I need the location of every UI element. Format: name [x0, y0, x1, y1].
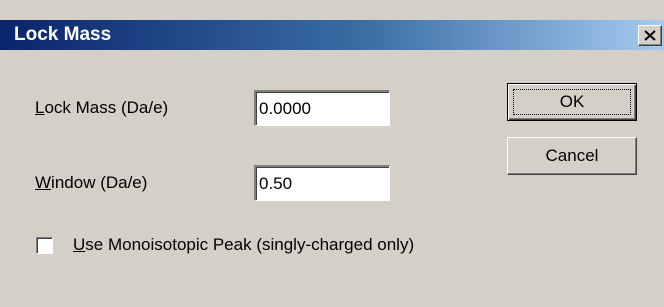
monoisotopic-checkbox[interactable]	[36, 237, 53, 254]
window-input[interactable]	[254, 165, 390, 201]
lock-mass-dialog: Lock Mass Lock Mass (Da/e) Window (Da/e)…	[0, 0, 664, 307]
cancel-button-label: Cancel	[545, 146, 599, 165]
window-accelerator: W	[35, 173, 52, 192]
window-label: Window (Da/e)	[35, 173, 147, 193]
cancel-button[interactable]: Cancel	[507, 137, 637, 175]
close-icon	[644, 30, 656, 41]
monoisotopic-accelerator: U	[73, 235, 86, 254]
ok-button[interactable]: OK	[507, 83, 637, 121]
lock-mass-label-text: ock Mass (Da/e)	[44, 98, 169, 117]
monoisotopic-label[interactable]: Use Monoisotopic Peak (singly-charged on…	[73, 235, 414, 255]
ok-button-label: OK	[559, 92, 585, 111]
close-button[interactable]	[638, 25, 662, 46]
lock-mass-input[interactable]	[254, 90, 390, 126]
monoisotopic-label-text: se Monoisotopic Peak (singly-charged onl…	[85, 235, 415, 254]
window-label-text: indow (Da/e)	[51, 173, 148, 192]
dialog-title: Lock Mass	[14, 24, 112, 45]
lock-mass-label: Lock Mass (Da/e)	[35, 98, 168, 118]
title-bar[interactable]: Lock Mass	[0, 20, 664, 50]
